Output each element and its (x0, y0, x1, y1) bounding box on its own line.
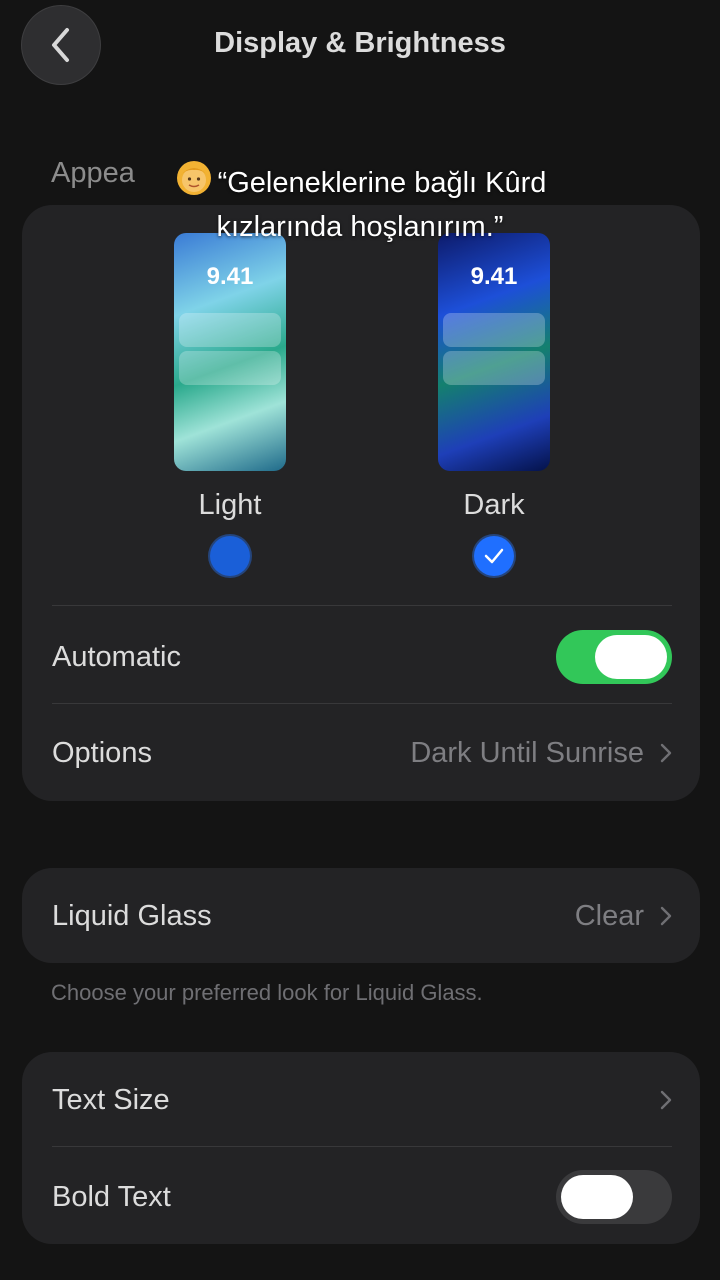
divider (52, 605, 672, 606)
liquid-glass-value: Clear (574, 899, 644, 932)
options-row[interactable]: Options Dark Until Sunrise (52, 705, 672, 801)
text-size-row[interactable]: Text Size (52, 1052, 672, 1148)
liquid-glass-label: Liquid Glass (52, 899, 212, 932)
liquid-glass-row[interactable]: Liquid Glass Clear (52, 868, 672, 964)
appearance-light-option[interactable]: 9.41 Light (155, 233, 305, 576)
automatic-label: Automatic (52, 640, 181, 673)
liquid-glass-note: Choose your preferred look for Liquid Gl… (51, 980, 483, 1005)
preview-widget (443, 313, 545, 347)
text-card: Text Size Bold Text (22, 1052, 700, 1244)
liquid-glass-card: Liquid Glass Clear (22, 868, 700, 963)
caption-overlay: “Geleneklerine bağlı Kûrd kızlarında hoş… (0, 158, 720, 249)
dark-radio[interactable] (474, 536, 514, 576)
preview-widget (179, 313, 281, 347)
appearance-dark-option[interactable]: 9.41 Dark (419, 233, 569, 576)
divider (52, 703, 672, 704)
page-title: Display & Brightness (214, 27, 506, 59)
chevron-right-icon (660, 906, 672, 926)
preview-time: 9.41 (470, 263, 518, 290)
text-size-label: Text Size (52, 1083, 170, 1116)
dark-preview-thumbnail[interactable]: 9.41 (438, 233, 550, 471)
preview-widget (443, 351, 545, 385)
liquid-glass-value-wrap: Clear (575, 900, 672, 933)
options-value: Dark Until Sunrise (410, 736, 644, 769)
chevron-right-icon (660, 1090, 672, 1110)
caption-line-1: “Geleneklerine bağlı Kûrd (217, 167, 547, 199)
checkmark-icon (484, 548, 504, 564)
preview-time: 9.41 (206, 263, 254, 290)
bold-text-toggle[interactable] (556, 1170, 672, 1224)
automatic-row: Automatic (52, 609, 672, 705)
blonde-woman-emoji-icon (176, 161, 211, 195)
preview-widget (179, 351, 281, 385)
bold-text-label: Bold Text (52, 1180, 171, 1213)
appearance-card: 9.41 Light 9.41 Dark Automatic Options D… (22, 205, 700, 801)
bold-text-row: Bold Text (52, 1149, 672, 1245)
divider (52, 1146, 672, 1147)
automatic-toggle[interactable] (556, 630, 672, 684)
appearance-options: 9.41 Light 9.41 Dark (22, 233, 700, 593)
chevron-right-icon (660, 743, 672, 763)
light-radio[interactable] (210, 536, 250, 576)
light-preview-thumbnail[interactable]: 9.41 (174, 233, 286, 471)
options-value-wrap: Dark Until Sunrise (410, 737, 672, 770)
dark-label: Dark (463, 489, 525, 521)
caption-line-2: kızlarında hoşlanırım.” (216, 211, 504, 243)
options-label: Options (52, 736, 152, 769)
light-label: Light (198, 489, 262, 521)
